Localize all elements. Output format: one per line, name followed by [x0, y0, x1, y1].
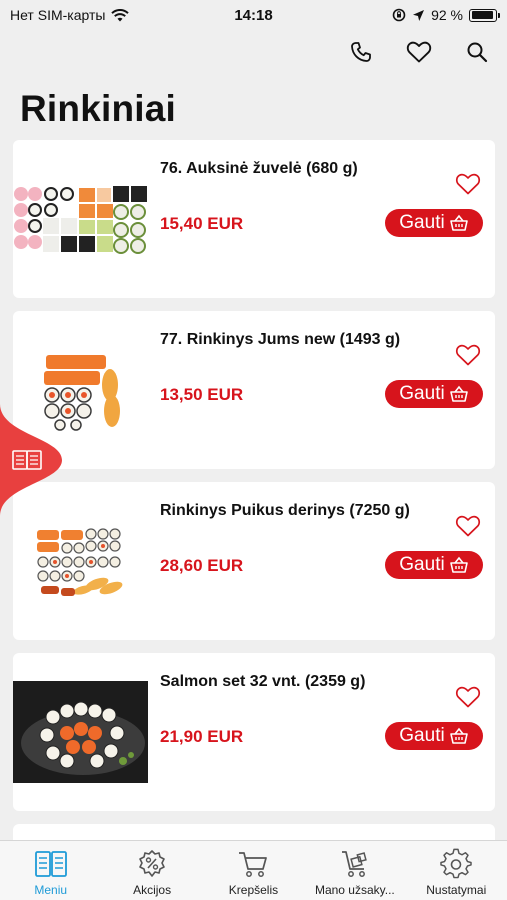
status-bar: Нет SIM-карты 14:18 92 % — [0, 0, 507, 30]
product-card[interactable]: 77. Rinkinys Jums new (1493 g) 13,50 EUR… — [13, 311, 495, 469]
product-title[interactable]: Rinkinys Puikus derinys (7250 g) — [160, 502, 410, 520]
product-title[interactable]: 77. Rinkinys Jums new (1493 g) — [160, 331, 400, 349]
location-arrow-icon — [413, 9, 425, 21]
favorite-heart-icon[interactable] — [455, 343, 481, 367]
orientation-lock-icon — [392, 8, 406, 22]
tab-nustatymai[interactable]: Nustatymai — [406, 841, 507, 897]
product-price: 13,50 EUR — [160, 385, 244, 404]
product-title[interactable]: 76. Auksinė žuvelė (680 g) — [160, 160, 358, 178]
product-card[interactable]: 76. Auksinė žuvelė (680 g) 15,40 EUR Gau… — [13, 140, 495, 298]
basket-icon — [449, 214, 468, 231]
favorite-heart-icon[interactable] — [455, 514, 481, 538]
add-to-cart-label: Gauti — [399, 383, 445, 404]
product-price: 28,60 EUR — [160, 556, 244, 575]
tab-mano-uzsakymai[interactable]: Mano užsaky... — [304, 841, 405, 897]
status-left: Нет SIM-карты — [10, 7, 130, 23]
side-menu-tab[interactable] — [0, 404, 62, 516]
tab-label: Mano užsaky... — [314, 883, 395, 897]
basket-icon — [449, 556, 468, 573]
favorite-heart-icon[interactable] — [455, 685, 481, 709]
product-image[interactable] — [13, 512, 148, 612]
product-title[interactable]: Salmon set 32 vnt. (2359 g) — [160, 673, 365, 691]
menu-book-icon — [33, 848, 69, 880]
search-icon[interactable] — [463, 38, 491, 66]
tab-label: Akcijos — [133, 883, 172, 897]
product-price: 15,40 EUR — [160, 214, 244, 233]
basket-icon — [449, 385, 468, 402]
product-price: 21,90 EUR — [160, 727, 244, 746]
product-card[interactable]: Salmon set 32 vnt. (2359 g) 21,90 EUR Ga… — [13, 653, 495, 811]
basket-icon — [449, 727, 468, 744]
add-to-cart-label: Gauti — [399, 725, 445, 746]
tab-meniu[interactable]: Meniu — [0, 841, 101, 897]
favorite-heart-icon[interactable] — [455, 172, 481, 196]
carrier-label: Нет SIM-карты — [10, 7, 106, 23]
heart-icon[interactable] — [405, 38, 433, 66]
page-title: Rinkiniai — [20, 88, 176, 129]
tab-krepselis[interactable]: Krepšelis — [203, 841, 304, 897]
battery-percent: 92 % — [431, 7, 463, 23]
add-to-cart-label: Gauti — [399, 212, 445, 233]
wifi-icon — [111, 8, 130, 21]
product-image[interactable] — [13, 681, 148, 783]
add-to-cart-label: Gauti — [399, 554, 445, 575]
phone-icon[interactable] — [347, 38, 375, 66]
add-to-cart-button[interactable]: Gauti — [385, 722, 483, 750]
orders-cart-icon — [337, 848, 373, 880]
tab-label: Krepšelis — [228, 883, 279, 897]
bottom-tab-bar: Meniu Akcijos Krepšelis Mano užsaky... N… — [0, 840, 507, 900]
add-to-cart-button[interactable]: Gauti — [385, 380, 483, 408]
discount-icon — [134, 848, 170, 880]
product-card[interactable]: Rinkinys Puikus derinys (7250 g) 28,60 E… — [13, 482, 495, 640]
battery-fill — [471, 11, 493, 19]
gear-icon — [438, 848, 474, 880]
battery-icon — [469, 8, 500, 22]
add-to-cart-button[interactable]: Gauti — [385, 209, 483, 237]
status-right: 92 % — [392, 7, 500, 23]
product-image[interactable] — [13, 170, 148, 270]
tab-label: Nustatymai — [426, 883, 487, 897]
add-to-cart-button[interactable]: Gauti — [385, 551, 483, 579]
tab-akcijos[interactable]: Akcijos — [102, 841, 203, 897]
header-actions — [347, 38, 491, 66]
tab-label: Meniu — [34, 883, 68, 897]
cart-icon — [235, 848, 271, 880]
